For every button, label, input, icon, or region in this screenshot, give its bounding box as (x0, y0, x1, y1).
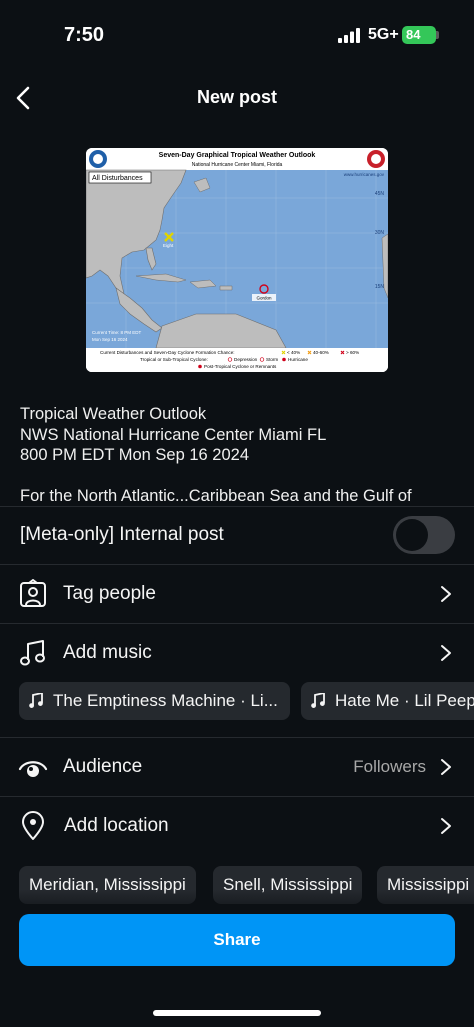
status-time: 7:50 (64, 24, 105, 46)
eye-icon (18, 761, 48, 777)
legend-line-1: Current Disturbances and Seven-Day Cyclo… (100, 350, 235, 355)
toggle-knob (396, 519, 428, 551)
signal-icon (338, 28, 360, 43)
add-location-label: Add location (64, 815, 169, 836)
map-subtitle: National Hurricane Center Miami, Florida (192, 162, 283, 168)
caption-line: NWS National Hurricane Center Miami FL (20, 425, 327, 444)
music-suggestion-label: The Emptiness Machine · Li... (53, 691, 278, 710)
music-note-icon (29, 693, 43, 708)
share-button[interactable]: Share (19, 914, 455, 966)
chevron-right-icon (441, 645, 451, 661)
new-post-screen: 7:50 5G+ 84 New post Seven-Day Graphical… (0, 0, 474, 1027)
caption-text[interactable]: Tropical Weather Outlook NWS National Hu… (20, 404, 460, 506)
page-title: New post (196, 87, 277, 107)
legend-storm: Storm (266, 357, 278, 362)
legend-high: > 60% (346, 350, 359, 355)
header: New post (0, 70, 474, 126)
add-music-row[interactable]: Add music (0, 624, 474, 682)
chevron-right-icon (441, 818, 451, 834)
caption-line: For the North Atlantic...Caribbean Sea a… (20, 486, 412, 505)
caption-line: Tropical Weather Outlook (20, 405, 207, 423)
legend-low: < 40% (287, 350, 300, 355)
caption-line: 800 PM EDT Mon Sep 16 2024 (20, 446, 250, 464)
legend-hurricane: Hurricane (288, 357, 308, 362)
home-indicator (153, 1010, 321, 1016)
chevron-right-icon (441, 586, 451, 602)
map-site: www.hurricanes.gov (344, 172, 385, 177)
legend-line-2: Tropical or Sub-Tropical Cyclone: (140, 357, 208, 362)
music-suggestion-chip[interactable]: The Emptiness Machine · Li... (19, 682, 290, 720)
battery-icon (436, 31, 439, 39)
music-suggestion-label: Hate Me · Lil Peep (335, 691, 474, 710)
tag-people-icon (20, 579, 46, 607)
chevron-right-icon (441, 759, 451, 775)
legend-line-3: Post-Tropical Cyclone or Remnants (204, 364, 277, 369)
post-media-thumbnail[interactable]: Seven-Day Graphical Tropical Weather Out… (86, 148, 388, 372)
audience-value: Followers (353, 757, 426, 776)
svg-text:Gordon: Gordon (256, 296, 272, 301)
divider (0, 506, 474, 507)
battery-level: 84 (402, 26, 436, 44)
tag-people-label: Tag people (63, 583, 156, 604)
map-title: Seven-Day Graphical Tropical Weather Out… (159, 152, 316, 159)
tag-people-row[interactable]: Tag people (0, 565, 474, 623)
svg-text:Eight: Eight (163, 243, 174, 248)
lat-label-30: 30N (375, 230, 385, 236)
audience-row[interactable]: Audience Followers (0, 738, 474, 796)
music-suggestion-chip[interactable]: Hate Me · Lil Peep (301, 682, 474, 720)
status-bar: 7:50 5G+ 84 (0, 0, 474, 70)
internal-post-toggle[interactable] (393, 516, 455, 554)
tropical-outlook-map: Seven-Day Graphical Tropical Weather Out… (86, 148, 388, 372)
location-pin-icon (22, 811, 44, 840)
lat-label-45: 45N (375, 191, 385, 197)
legend-depression: Depression (234, 357, 258, 362)
add-music-label: Add music (63, 642, 152, 663)
map-timestamp-1: Current Time: 8 PM EDT (92, 330, 142, 335)
music-note-icon (20, 640, 45, 666)
lat-label-15: 15N (375, 284, 385, 290)
map-box-label: All Disturbances (92, 175, 143, 182)
network-type: 5G+ (368, 26, 399, 43)
music-note-icon (311, 693, 325, 708)
legend-mid: 40-60% (313, 350, 329, 355)
internal-post-label: [Meta-only] Internal post (20, 524, 224, 545)
map-timestamp-2: Mon Sep 16 2024 (92, 337, 128, 342)
audience-label: Audience (63, 756, 143, 777)
add-location-row[interactable]: Add location (0, 797, 474, 855)
